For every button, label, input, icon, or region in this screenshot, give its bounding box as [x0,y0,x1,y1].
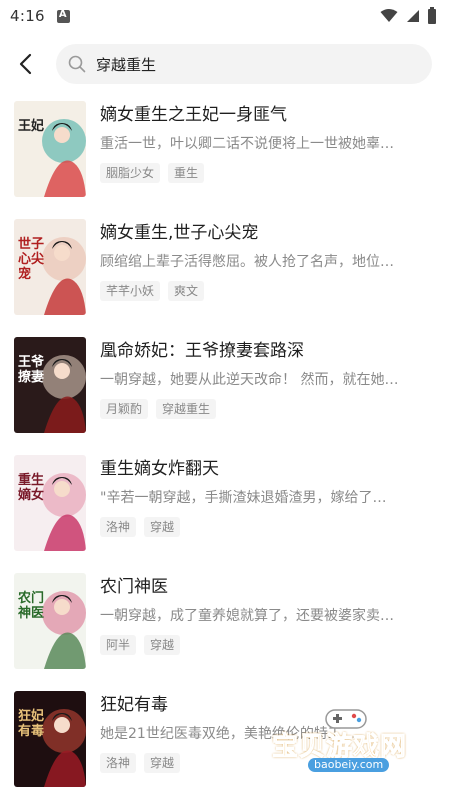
book-title: 嫡女重生,世子心尖宠 [100,223,259,243]
book-cover-title: 王爷撩妻 [18,355,45,385]
search-input[interactable] [96,55,420,73]
book-cover: 重生嫡女 [14,455,86,551]
status-time: 4:16 [10,7,45,25]
author-tag[interactable]: 胭脂少女 [100,163,161,183]
book-info: 嫡女重生,世子心尖宠顾绾绾上辈子活得憋屈。被人抢了名声，地位… 芊芊小妖 爽文 [100,219,450,332]
author-tag[interactable]: 洛神 [100,517,137,537]
book-info: 农门神医一朝穿越，成了童养媳就算了，还要被婆家卖… 阿半 穿越 [100,573,450,686]
book-description: 她是21世纪医毒双绝，美艳绝伦的特工… [100,726,356,742]
book-list-item[interactable]: 世子心尖宠 嫡女重生,世子心尖宠顾绾绾上辈子活得憋屈。被人抢了名声，地位… 芊芊小妖… [14,214,450,332]
book-cover: 世子心尖宠 [14,219,86,315]
book-tags: 月颖酌 穿越重生 [100,399,436,419]
book-list-item[interactable]: 王爷撩妻 凰命娇妃：王爷撩妻套路深一朝穿越，她要从此逆天改命！ 然而，就在她… 月颖… [14,332,450,450]
category-tag[interactable]: 穿越 [144,753,181,773]
book-tags: 胭脂少女 重生 [100,163,436,183]
author-tag[interactable]: 月颖酌 [100,399,149,419]
book-title: 农门神医 [100,577,168,597]
book-title: 凰命娇妃：王爷撩妻套路深 [100,341,304,361]
category-tag[interactable]: 爽文 [168,281,205,301]
book-cover: 王爷撩妻 [14,337,86,433]
author-tag[interactable]: 芊芊小妖 [100,281,161,301]
wifi-icon [380,9,398,22]
book-info: 狂妃有毒她是21世纪医毒双绝，美艳绝伦的特工… 洛神 穿越 [100,691,450,800]
book-tags: 阿半 穿越 [100,635,436,655]
status-icons [380,6,436,24]
book-cover-title: 王妃 [18,119,45,134]
book-tags: 洛神 穿越 [100,517,436,537]
signal-icon [407,10,419,22]
book-info: 重生嫡女炸翻天 "辛若一朝穿越，手撕渣妹退婚渣男，嫁给了… 洛神 穿越 [100,455,450,568]
book-title: 重生嫡女炸翻天 [100,459,219,479]
category-tag[interactable]: 穿越 [144,635,181,655]
category-tag[interactable]: 穿越重生 [156,399,217,419]
category-tag[interactable]: 穿越 [144,517,181,537]
book-cover-title: 狂妃有毒 [18,709,45,739]
author-tag[interactable]: 阿半 [100,635,137,655]
book-description: 一朝穿越，成了童养媳就算了，还要被婆家卖… [100,608,394,624]
book-tags: 洛神 穿越 [100,753,436,773]
battery-icon [428,6,436,24]
notification-app-icon [56,9,70,23]
book-cover: 狂妃有毒 [14,691,86,787]
back-arrow-icon [19,53,32,75]
book-title: 狂妃有毒 [100,695,168,715]
book-list-item[interactable]: 重生嫡女 重生嫡女炸翻天 "辛若一朝穿越，手撕渣妹退婚渣男，嫁给了… 洛神 穿越 [14,450,450,568]
book-list-item[interactable]: 狂妃有毒 狂妃有毒 她是21世纪医毒双绝，美艳绝伦的特工… 洛神 穿越 [14,686,450,800]
book-list-item[interactable]: 王妃 嫡女重生之王妃一身匪气重活一世，叶以卿二话不说便将上一世被她辜… 胭脂少女 重生 [14,96,450,214]
status-bar: 4:16 [0,0,450,32]
book-cover: 农门神医 [14,573,86,669]
book-description: "辛若一朝穿越，手撕渣妹退婚渣男，嫁给了… [100,490,387,506]
book-info: 凰命娇妃：王爷撩妻套路深一朝穿越，她要从此逆天改命！ 然而，就在她… 月颖酌 穿越重… [100,337,450,450]
book-cover-title: 农门神医 [18,591,45,621]
book-list-item[interactable]: 农门神医 农门神医 一朝穿越，成了童养媳就算了，还要被婆家卖… 阿半 穿越 [14,568,450,686]
back-button[interactable] [18,44,48,84]
book-description: 重活一世，叶以卿二话不说便将上一世被她辜… [100,136,394,152]
search-results-list: 王妃 嫡女重生之王妃一身匪气 重活一世，叶以卿二话不说便将上一世被她辜… 胭脂少女 重生… [0,96,450,800]
book-info: 嫡女重生之王妃一身匪气重活一世，叶以卿二话不说便将上一世被她辜… 胭脂少女 重生 [100,101,450,214]
search-header [0,32,450,96]
book-cover-title: 世子心尖宠 [18,237,45,282]
book-tags: 芊芊小妖 爽文 [100,281,436,301]
search-box[interactable] [56,44,432,84]
book-description: 顾绾绾上辈子活得憋屈。被人抢了名声，地位… [100,254,394,270]
category-tag[interactable]: 重生 [168,163,205,183]
book-title: 嫡女重生之王妃一身匪气 [100,105,287,125]
book-cover-title: 重生嫡女 [18,473,45,503]
book-description: 一朝穿越，她要从此逆天改命！ 然而，就在她… [100,372,399,388]
author-tag[interactable]: 洛神 [100,753,137,773]
search-icon [68,55,86,73]
book-cover: 王妃 [14,101,86,197]
